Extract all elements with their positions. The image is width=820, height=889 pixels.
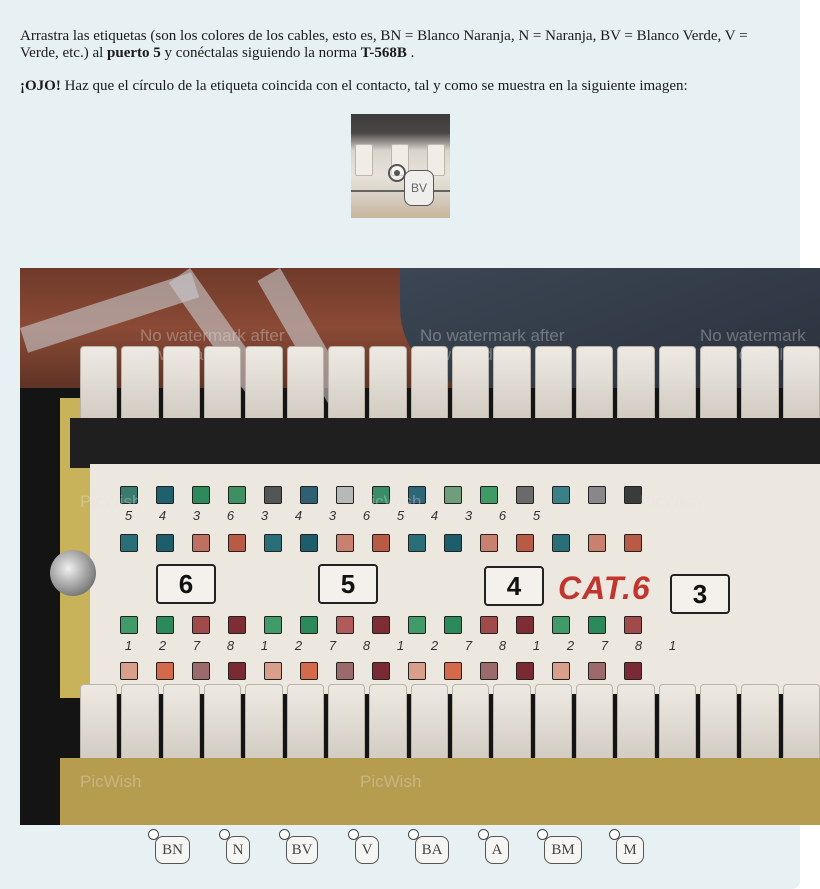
drag-handle-icon[interactable]: [609, 829, 620, 840]
watermark: PicWish: [360, 772, 422, 791]
label-v[interactable]: V: [348, 829, 379, 864]
port-label-3: 3: [670, 574, 730, 614]
instruction-paragraph-2: ¡OJO! Haz que el círculo de la etiqueta …: [20, 78, 780, 95]
label-a[interactable]: A: [478, 829, 509, 864]
port-label-4: 4: [484, 566, 544, 606]
target-port: puerto 5: [107, 45, 161, 61]
label-text: BA: [421, 841, 443, 858]
bottom-contacts: [80, 684, 820, 768]
drag-handle-icon[interactable]: [537, 829, 548, 840]
bottom-pin-numbers: 12781278127812781: [124, 638, 677, 653]
top-pin-numbers: 5436343654365: [124, 508, 541, 523]
label-bn[interactable]: BN: [148, 829, 190, 864]
screw-icon: [50, 550, 96, 596]
drag-handle-icon[interactable]: [348, 829, 359, 840]
wiring-standard: T-568B: [360, 45, 407, 61]
drag-handle-icon[interactable]: [148, 829, 159, 840]
draggable-labels: BN N BV V BA A BM M: [0, 826, 800, 886]
label-bv[interactable]: BV: [279, 829, 318, 864]
label-text: V: [361, 841, 373, 858]
label-text: M: [623, 841, 637, 858]
label-text: N: [232, 841, 244, 858]
label-n[interactable]: N: [219, 829, 250, 864]
watermark: No watermark after download: [700, 326, 812, 364]
watermark: No watermark after download: [140, 326, 285, 364]
instruction-text: .: [406, 45, 415, 61]
watermark: PicWish: [80, 772, 142, 791]
label-text: BV: [291, 841, 313, 858]
label-text: BN: [162, 841, 183, 858]
port-label-5: 5: [318, 564, 378, 604]
label-m[interactable]: M: [609, 829, 644, 864]
label-text: BM: [551, 841, 575, 858]
instructions: Arrastra las etiquetas (son los colores …: [20, 28, 780, 111]
port-label-6: 6: [156, 564, 216, 604]
watermark: PicWish: [360, 492, 422, 511]
patch-panel-photo: 5436343654365 6 5 4 CAT.6 3 127812781278…: [20, 268, 820, 825]
watermark: No watermark after download: [420, 326, 565, 364]
drag-handle-icon[interactable]: [408, 829, 419, 840]
instruction-text: y conéctalas siguiendo la norma: [160, 45, 361, 61]
label-text: A: [491, 841, 503, 858]
label-ba[interactable]: BA: [408, 829, 449, 864]
label-bm[interactable]: BM: [537, 829, 582, 864]
drag-handle-icon[interactable]: [219, 829, 230, 840]
instruction-paragraph-1: Arrastra las etiquetas (son los colores …: [20, 28, 780, 62]
category-label: CAT.6: [558, 570, 651, 606]
watermark: PicWish: [640, 492, 702, 511]
drag-handle-icon[interactable]: [279, 829, 290, 840]
example-label: BV: [404, 170, 434, 206]
drag-handle-icon[interactable]: [478, 829, 489, 840]
instruction-text: Haz que el círculo de la etiqueta coinci…: [60, 78, 688, 94]
watermark: PicWish: [80, 492, 142, 511]
warning-label: ¡OJO!: [20, 78, 61, 94]
